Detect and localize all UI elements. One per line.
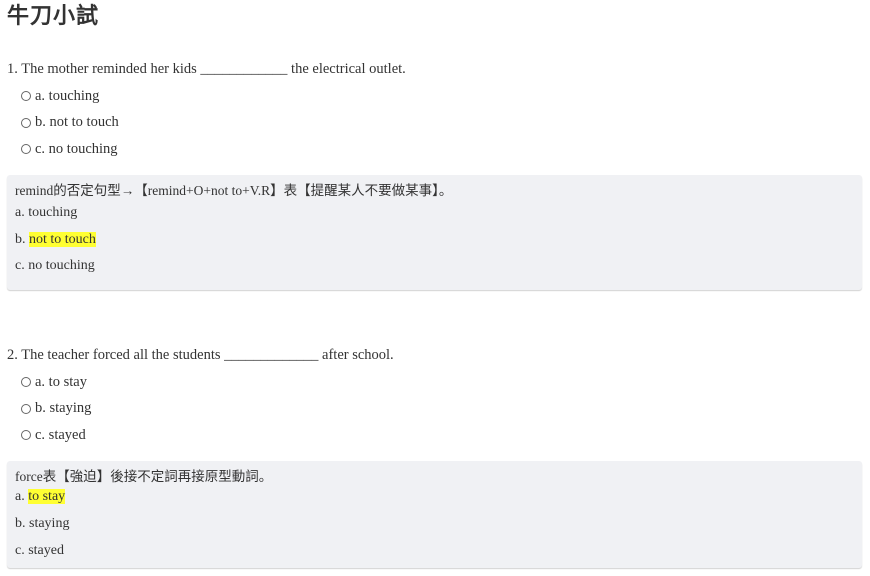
explanation-note: force表【強迫】後接不定詞再接原型動詞。 bbox=[15, 469, 273, 484]
radio-button[interactable] bbox=[21, 144, 31, 155]
explanation-line-a: a. to stay bbox=[15, 486, 862, 511]
option-label: a. touching bbox=[35, 87, 100, 104]
explanation-note: remind的否定句型→【remind+O+not to+V.R】表【提醒某人不… bbox=[15, 183, 453, 198]
line-prefix: c. bbox=[15, 258, 29, 273]
question-1-option-b[interactable]: b. not to touch bbox=[21, 110, 119, 137]
explanation-line-c: c. stayed bbox=[15, 538, 862, 565]
question-1-option-c[interactable]: c. no touching bbox=[21, 136, 119, 163]
option-label: c. stayed bbox=[35, 426, 86, 443]
question-2-option-a[interactable]: a. to stay bbox=[21, 369, 91, 396]
explanation-line-c: c. no touching bbox=[15, 253, 862, 280]
line-answer: staying bbox=[29, 516, 70, 531]
option-label: a. to stay bbox=[35, 373, 87, 390]
highlighted-correct-answer: not to touch bbox=[29, 231, 96, 247]
radio-button[interactable] bbox=[21, 377, 31, 388]
option-label: b. staying bbox=[35, 400, 92, 417]
explanation-line-b: b. not to touch bbox=[15, 227, 862, 254]
line-answer: touching bbox=[28, 205, 78, 220]
explanation-line-a: a. touching bbox=[15, 200, 862, 227]
question-1-explanation: remind的否定句型→【remind+O+not to+V.R】表【提醒某人不… bbox=[7, 175, 862, 290]
line-prefix: c. bbox=[15, 542, 29, 558]
option-label: c. no touching bbox=[35, 140, 118, 157]
question-1-text: 1. The mother reminded her kids ________… bbox=[7, 61, 406, 77]
radio-button[interactable] bbox=[21, 91, 31, 102]
explanation-line-b: b. staying bbox=[15, 511, 862, 538]
line-prefix: b. bbox=[15, 516, 29, 531]
line-answer: no touching bbox=[28, 258, 95, 273]
question-2-option-b[interactable]: b. staying bbox=[21, 396, 91, 423]
radio-button[interactable] bbox=[21, 403, 31, 414]
question-2-options: a. to stay b. staying c. stayed bbox=[21, 369, 91, 449]
radio-button[interactable] bbox=[21, 117, 31, 128]
line-prefix: a. bbox=[15, 205, 29, 220]
question-1-option-a[interactable]: a. touching bbox=[21, 83, 119, 110]
question-2-option-c[interactable]: c. stayed bbox=[21, 422, 91, 449]
line-prefix: b. bbox=[15, 231, 29, 247]
question-2-explanation: force表【強迫】後接不定詞再接原型動詞。 a. to stay b. sta… bbox=[7, 461, 862, 568]
question-1-options: a. touching b. not to touch c. no touchi… bbox=[21, 83, 119, 163]
line-answer: stayed bbox=[28, 542, 64, 558]
question-2-text: 2. The teacher forced all the students _… bbox=[7, 347, 394, 363]
highlighted-correct-answer: to stay bbox=[28, 489, 66, 504]
page-title: 牛刀小試 bbox=[7, 4, 100, 29]
line-prefix: a. bbox=[15, 489, 29, 504]
option-label: b. not to touch bbox=[35, 114, 119, 131]
radio-button[interactable] bbox=[21, 430, 31, 441]
